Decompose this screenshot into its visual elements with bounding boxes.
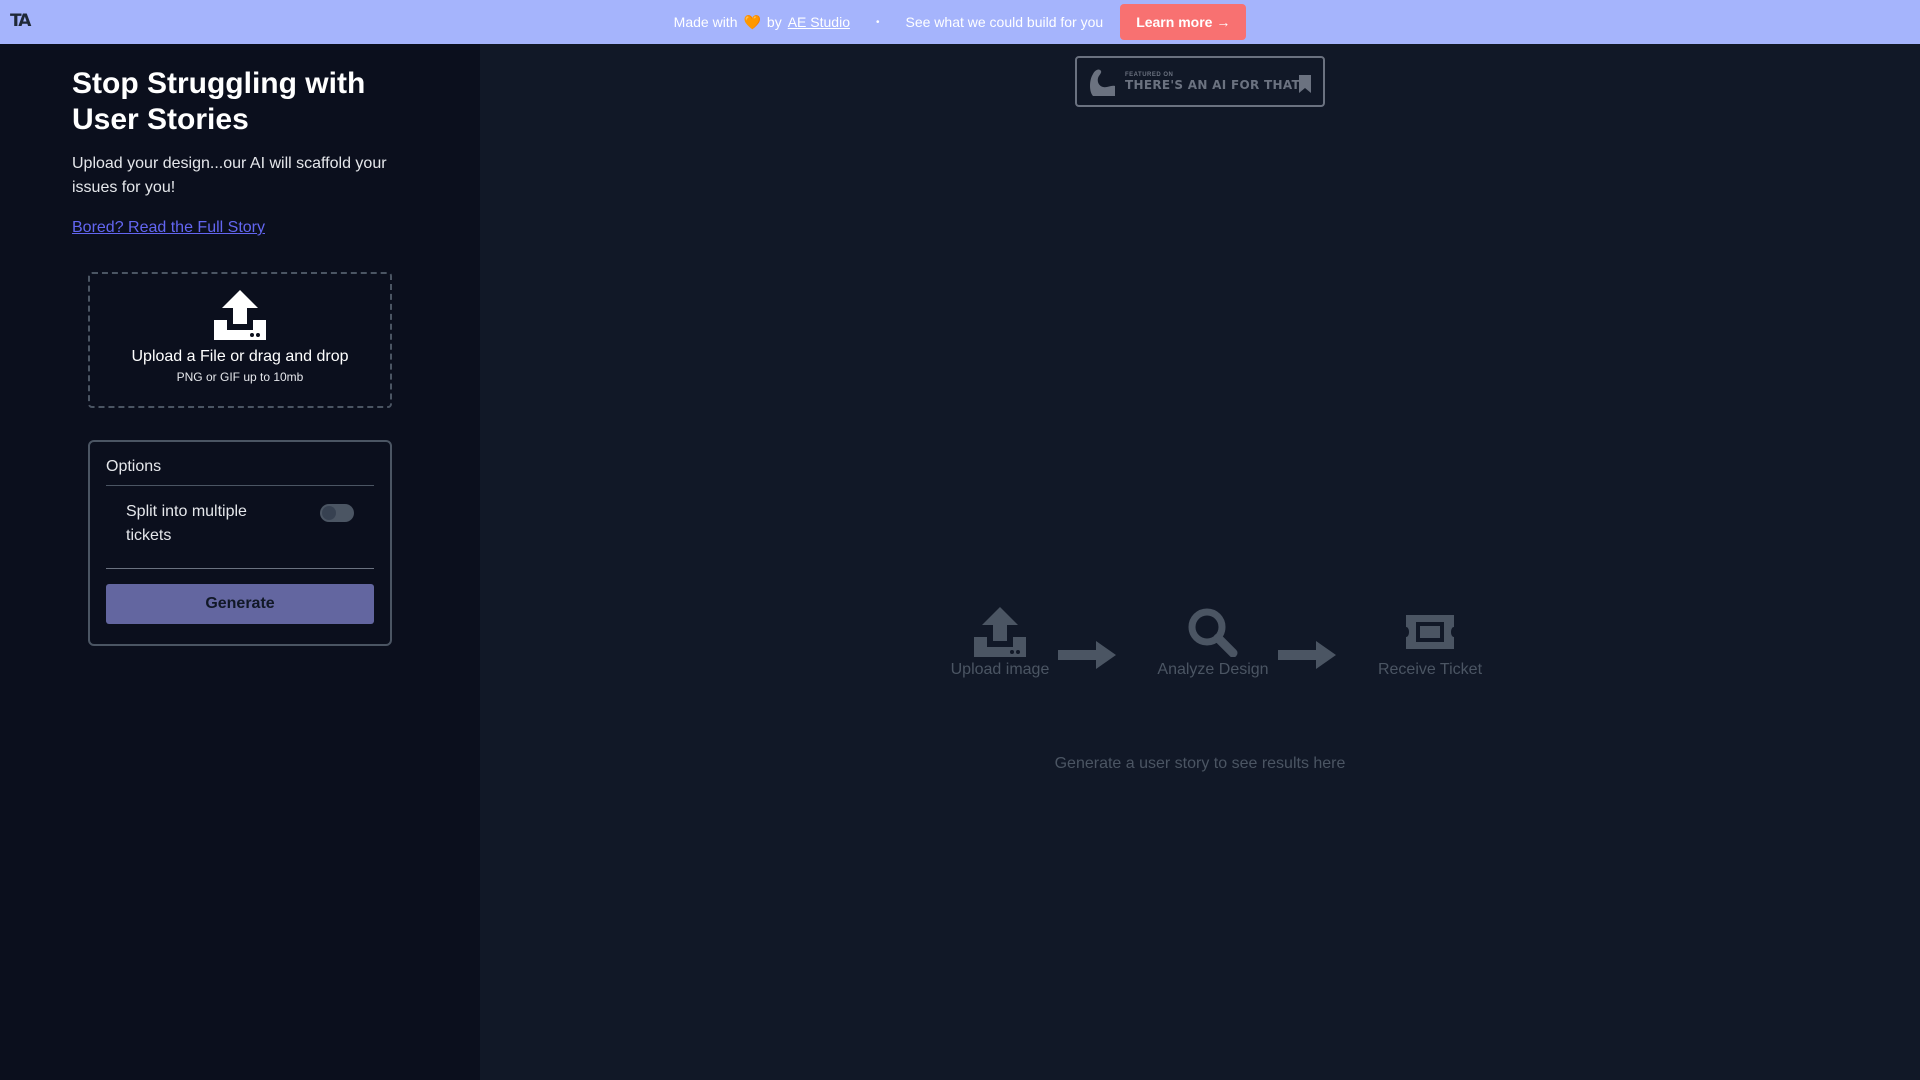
badge-big-text: THERE'S AN AI FOR THAT	[1125, 77, 1300, 92]
separator-dot: •	[875, 16, 880, 28]
sidebar: Stop Struggling with User Stories Upload…	[0, 44, 480, 1080]
magnifier-icon	[1188, 608, 1238, 657]
empty-state-message: Generate a user story to see results her…	[1054, 755, 1346, 772]
dropzone-hint: PNG or GIF up to 10mb	[176, 370, 304, 384]
upload-icon	[974, 607, 1026, 657]
app-logo[interactable]: TA	[10, 11, 31, 31]
arrow-right-icon	[1058, 641, 1116, 669]
ticket-icon	[1406, 615, 1454, 649]
generate-button[interactable]: Generate	[106, 584, 374, 624]
flexed-arm-icon	[1090, 69, 1115, 96]
arrow-right-icon	[1278, 641, 1336, 669]
options-divider-bottom	[106, 568, 374, 569]
tagline-text: See what we could build for you	[905, 14, 1104, 30]
results-area: FEATURED ON THERE'S AN AI FOR THAT Uploa…	[480, 44, 1920, 1080]
step-analyze: Analyze Design	[1143, 607, 1283, 679]
step-label: Receive Ticket	[1377, 661, 1483, 678]
process-steps: Upload image Analyze Design Receive Tick…	[930, 607, 1482, 697]
upload-icon	[214, 290, 266, 340]
file-dropzone[interactable]: Upload a File or drag and drop PNG or GI…	[88, 272, 392, 408]
badge-text: FEATURED ON THERE'S AN AI FOR THAT	[1125, 72, 1300, 92]
ae-studio-link[interactable]: AE Studio	[788, 14, 850, 30]
toggle-knob	[322, 506, 336, 520]
heart-icon: 🧡	[743, 13, 761, 30]
featured-badge[interactable]: FEATURED ON THERE'S AN AI FOR THAT	[1075, 56, 1325, 107]
options-panel: Options Split into multiple tickets Gene…	[88, 440, 392, 646]
bookmark-icon	[1299, 75, 1311, 93]
page-title: Stop Struggling with User Stories	[72, 67, 366, 136]
banner-text: Made with 🧡 by AE Studio • See what we c…	[674, 14, 1104, 31]
options-divider	[106, 485, 374, 486]
step-label: Upload image	[950, 661, 1050, 678]
step-label: Analyze Design	[1157, 661, 1269, 678]
step-upload: Upload image	[930, 607, 1070, 679]
made-with-text: Made with	[673, 14, 738, 30]
split-tickets-label: Split into multiple tickets	[126, 503, 247, 544]
dropzone-title: Upload a File or drag and drop	[131, 348, 349, 365]
page-subtitle: Upload your design...our AI will scaffol…	[72, 155, 387, 196]
step-ticket: Receive Ticket	[1360, 607, 1500, 679]
split-tickets-toggle[interactable]	[320, 504, 354, 522]
by-text: by	[766, 14, 782, 30]
full-story-link[interactable]: Bored? Read the Full Story	[72, 219, 265, 237]
promo-banner: TA Made with 🧡 by AE Studio • See what w…	[0, 0, 1920, 44]
learn-more-button[interactable]: Learn more →	[1120, 4, 1247, 40]
options-label: Options	[106, 458, 162, 475]
